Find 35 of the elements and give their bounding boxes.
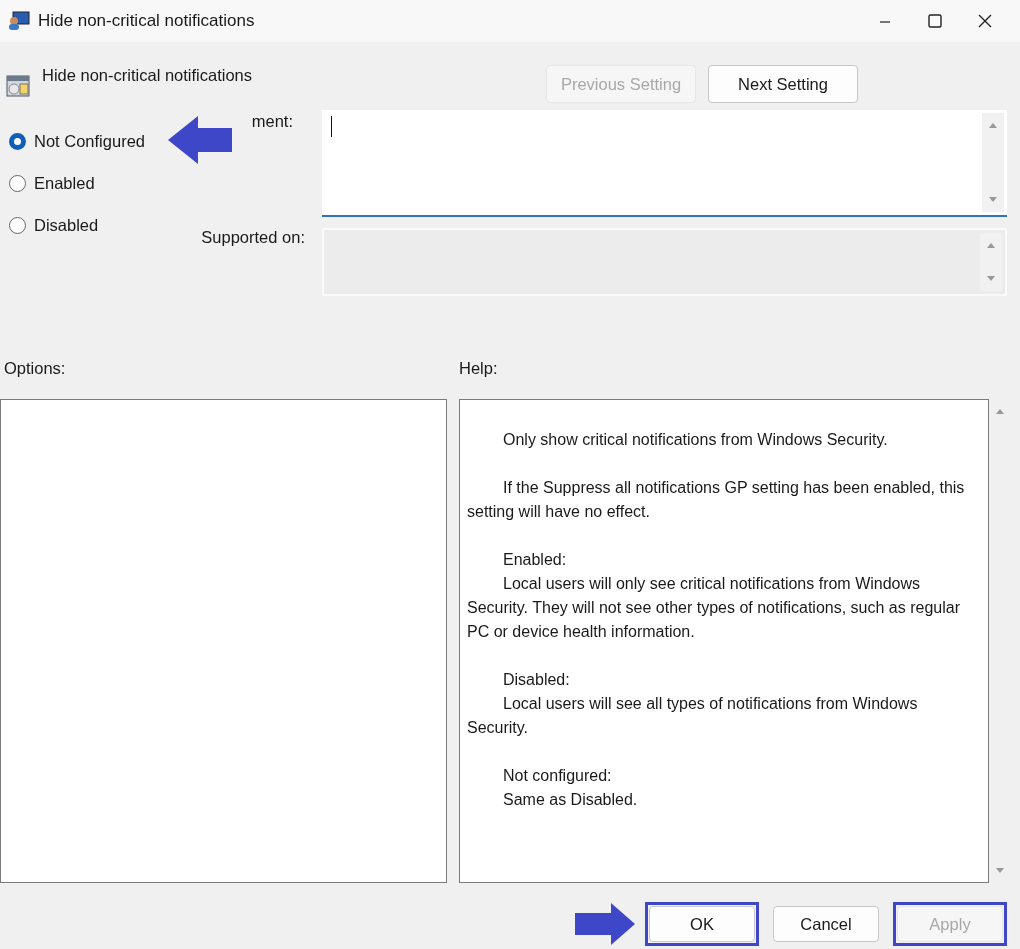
comment-field[interactable]: [322, 110, 1007, 217]
window-title: Hide non-critical notifications: [38, 11, 256, 31]
help-text: Not configured:: [502, 766, 613, 786]
help-text: Disabled:: [502, 670, 571, 690]
help-label: Help:: [459, 359, 498, 379]
help-text: Local users will see all types of notifications from Windows Security.: [467, 694, 919, 738]
radio-label[interactable]: Enabled: [34, 174, 95, 193]
policy-icon: [6, 74, 30, 98]
nav-button[interactable]: Next Setting: [708, 65, 858, 103]
radio-label[interactable]: Disabled: [34, 216, 99, 235]
supported-on-label: Supported on:: [200, 228, 305, 247]
setting-title: Hide non-critical notifications: [42, 66, 253, 85]
help-text: Same as Disabled.: [502, 790, 639, 810]
help-text: Only show critical notifications from Windows Security.: [502, 430, 889, 450]
scroll-up-icon[interactable]: [988, 121, 998, 129]
radio-button[interactable]: [9, 133, 26, 150]
dialog-button[interactable]: Cancel: [773, 906, 879, 942]
scroll-down-icon[interactable]: [995, 867, 1005, 875]
scroll-up-icon[interactable]: [995, 407, 1005, 415]
scrollbar[interactable]: [982, 113, 1004, 212]
scroll-down-icon[interactable]: [988, 196, 998, 204]
scrollbar[interactable]: [980, 233, 1002, 291]
radio-button[interactable]: [9, 175, 26, 192]
scroll-down-icon[interactable]: [986, 275, 996, 283]
scroll-up-icon[interactable]: [986, 241, 996, 249]
radio-label[interactable]: Not Configured: [34, 132, 145, 151]
text-cursor: [331, 116, 332, 137]
help-text: Enabled:: [502, 550, 568, 570]
radio-button[interactable]: [9, 217, 26, 234]
comment-label: ment:: [250, 111, 293, 131]
help-text: If the Suppress all notifications GP setting has been enabled, this setting will have no effect.: [467, 478, 966, 522]
options-label: Options:: [3, 359, 67, 379]
help-text: Local users will only see critical notifications from Windows Security. They will not see other types of notifications, such as regular PC or device health information.: [467, 574, 961, 642]
dialog-button[interactable]: OK: [649, 906, 755, 942]
computer-icon: [8, 11, 30, 31]
